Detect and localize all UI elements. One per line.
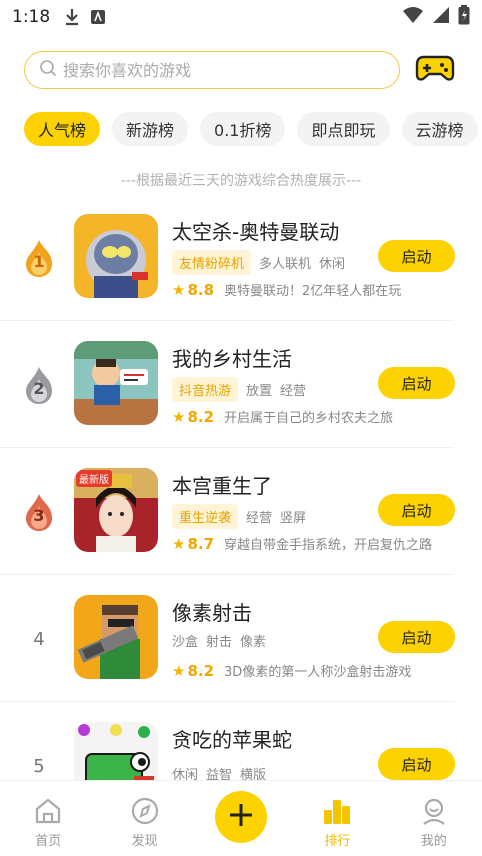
genre-tag: 经营 xyxy=(280,384,307,399)
search-box[interactable] xyxy=(24,51,400,89)
game-info: ★ 8.2 开启属于自己的乡村农夫之旅 xyxy=(172,407,394,427)
game-description: 奥特曼联动！2亿年轻人都在玩 xyxy=(224,284,402,299)
home-icon xyxy=(32,795,64,827)
genre-tag: 休闲 xyxy=(319,257,346,272)
game-title[interactable]: 像素射击 xyxy=(172,597,252,626)
search-input[interactable] xyxy=(63,60,383,80)
genre-tag: 像素 xyxy=(240,635,267,650)
ranking-icon xyxy=(321,795,353,827)
start-button[interactable]: 启动 xyxy=(378,621,455,653)
game-row[interactable]: 3 最新版 本宫重生了 重生逆袭 经营 竖屏 ★ 8.7 穿越自带金手指系统，开… xyxy=(0,448,482,575)
gamepad-button[interactable] xyxy=(414,51,456,89)
rank-number: 4 xyxy=(33,628,45,650)
wifi-icon xyxy=(402,6,424,28)
star-icon: ★ xyxy=(172,534,186,553)
compass-icon xyxy=(129,795,161,827)
game-score: 8.2 xyxy=(187,661,215,680)
thumb-badge: 最新版 xyxy=(76,470,112,487)
download-icon xyxy=(64,8,80,26)
hot-tag: 抖音热游 xyxy=(172,377,239,402)
genre-tag: 竖屏 xyxy=(280,511,307,526)
game-description: 3D像素的第一人称沙盒射击游戏 xyxy=(224,665,412,680)
ranking-subtitle: ---根据最近三天的游戏综合热度展示--- xyxy=(120,173,362,189)
game-score: 8.7 xyxy=(187,534,215,553)
tab-popular[interactable]: 人气榜 xyxy=(24,112,101,146)
game-row[interactable]: 2 我的乡村生活 抖音热游 放置 经营 ★ 8.2 开启属于自己的乡村农夫之旅 … xyxy=(0,321,482,448)
status-time: 1:18 xyxy=(12,7,51,27)
game-score: 8.2 xyxy=(187,407,215,426)
rank-number: 2 xyxy=(33,379,45,398)
game-tags: 沙盒 射击 像素 xyxy=(172,631,266,650)
gamepad-icon xyxy=(415,52,455,88)
rank-badge-2: 2 xyxy=(22,365,56,405)
ranking-tabs: 人气榜 新游榜 0.1折榜 即点即玩 云游榜 xyxy=(24,112,482,148)
tab-instant-play[interactable]: 即点即玩 xyxy=(297,112,390,146)
nav-ranking[interactable]: 排行 xyxy=(289,781,385,856)
genre-tag: 放置 xyxy=(246,384,273,399)
game-info: ★ 8.8 奥特曼联动！2亿年轻人都在玩 xyxy=(172,280,402,300)
game-description: 穿越自带金手指系统，开启复仇之路 xyxy=(224,538,433,553)
start-button[interactable]: 启动 xyxy=(378,748,455,780)
plus-icon xyxy=(227,801,255,833)
hot-tag: 重生逆袭 xyxy=(172,504,239,529)
game-row[interactable]: 1 太空杀-奥特曼联动 友情粉碎机 多人联机 休闲 ★ 8.8 奥特曼联动！2亿… xyxy=(0,194,482,321)
game-title[interactable]: 本宫重生了 xyxy=(172,470,272,499)
rank-number: 5 xyxy=(33,755,45,777)
nav-label: 首页 xyxy=(35,834,62,849)
genre-tag: 经营 xyxy=(246,511,273,526)
status-right xyxy=(402,5,470,29)
tab-discount[interactable]: 0.1折榜 xyxy=(200,112,286,146)
start-button[interactable]: 启动 xyxy=(378,367,455,399)
nav-profile[interactable]: 我的 xyxy=(386,781,482,856)
game-list: 1 太空杀-奥特曼联动 友情粉碎机 多人联机 休闲 ★ 8.8 奥特曼联动！2亿… xyxy=(0,194,482,829)
battery-icon xyxy=(458,5,470,29)
game-title[interactable]: 我的乡村生活 xyxy=(172,343,292,372)
status-bar: 1:18 xyxy=(0,0,482,34)
hot-tag: 友情粉碎机 xyxy=(172,250,252,275)
game-tags: 重生逆袭 经营 竖屏 xyxy=(172,504,306,529)
star-icon: ★ xyxy=(172,280,186,299)
search-row xyxy=(24,50,464,90)
start-button[interactable]: 启动 xyxy=(378,240,455,272)
tab-new[interactable]: 新游榜 xyxy=(112,112,189,146)
game-description: 开启属于自己的乡村农夫之旅 xyxy=(224,411,394,426)
game-score: 8.8 xyxy=(187,280,215,299)
rank-badge-3: 3 xyxy=(22,492,56,532)
game-tags: 友情粉碎机 多人联机 休闲 xyxy=(172,250,345,275)
nav-home[interactable]: 首页 xyxy=(0,781,96,856)
game-info: ★ 8.2 3D像素的第一人称沙盒射击游戏 xyxy=(172,661,412,681)
game-thumbnail[interactable] xyxy=(74,595,158,679)
game-thumbnail[interactable] xyxy=(74,214,158,298)
game-title[interactable]: 太空杀-奥特曼联动 xyxy=(172,216,339,245)
tab-cloud[interactable]: 云游榜 xyxy=(401,112,478,146)
nav-add[interactable] xyxy=(193,781,289,856)
nav-label: 我的 xyxy=(420,834,447,849)
genre-tag: 多人联机 xyxy=(259,257,312,272)
app-notification-icon xyxy=(90,9,106,25)
genre-tag: 射击 xyxy=(206,635,233,650)
nav-label: 发现 xyxy=(131,834,158,849)
signal-icon xyxy=(432,6,450,28)
add-button[interactable] xyxy=(214,791,267,843)
bottom-nav: 首页 发现 排行 我的 xyxy=(0,780,482,856)
game-title[interactable]: 贪吃的苹果蛇 xyxy=(172,724,292,753)
profile-icon xyxy=(418,795,450,827)
game-row[interactable]: 4 像素射击 沙盒 射击 像素 ★ 8.2 3D像素的第一人称沙盒射击游戏 启动 xyxy=(0,575,482,702)
star-icon: ★ xyxy=(172,407,186,426)
rank-number: 1 xyxy=(33,252,45,271)
search-icon xyxy=(39,59,57,81)
genre-tag: 沙盒 xyxy=(172,635,199,650)
game-thumbnail[interactable] xyxy=(74,341,158,425)
rank-badge-1: 1 xyxy=(22,238,56,278)
rank-badge-4: 4 xyxy=(22,619,56,659)
rank-number: 3 xyxy=(33,506,45,525)
nav-label: 排行 xyxy=(324,834,351,849)
game-thumbnail[interactable]: 最新版 xyxy=(74,468,158,552)
star-icon: ★ xyxy=(172,661,186,680)
nav-discover[interactable]: 发现 xyxy=(96,781,192,856)
game-tags: 抖音热游 放置 经营 xyxy=(172,377,306,402)
start-button[interactable]: 启动 xyxy=(378,494,455,526)
game-info: ★ 8.7 穿越自带金手指系统，开启复仇之路 xyxy=(172,534,433,554)
